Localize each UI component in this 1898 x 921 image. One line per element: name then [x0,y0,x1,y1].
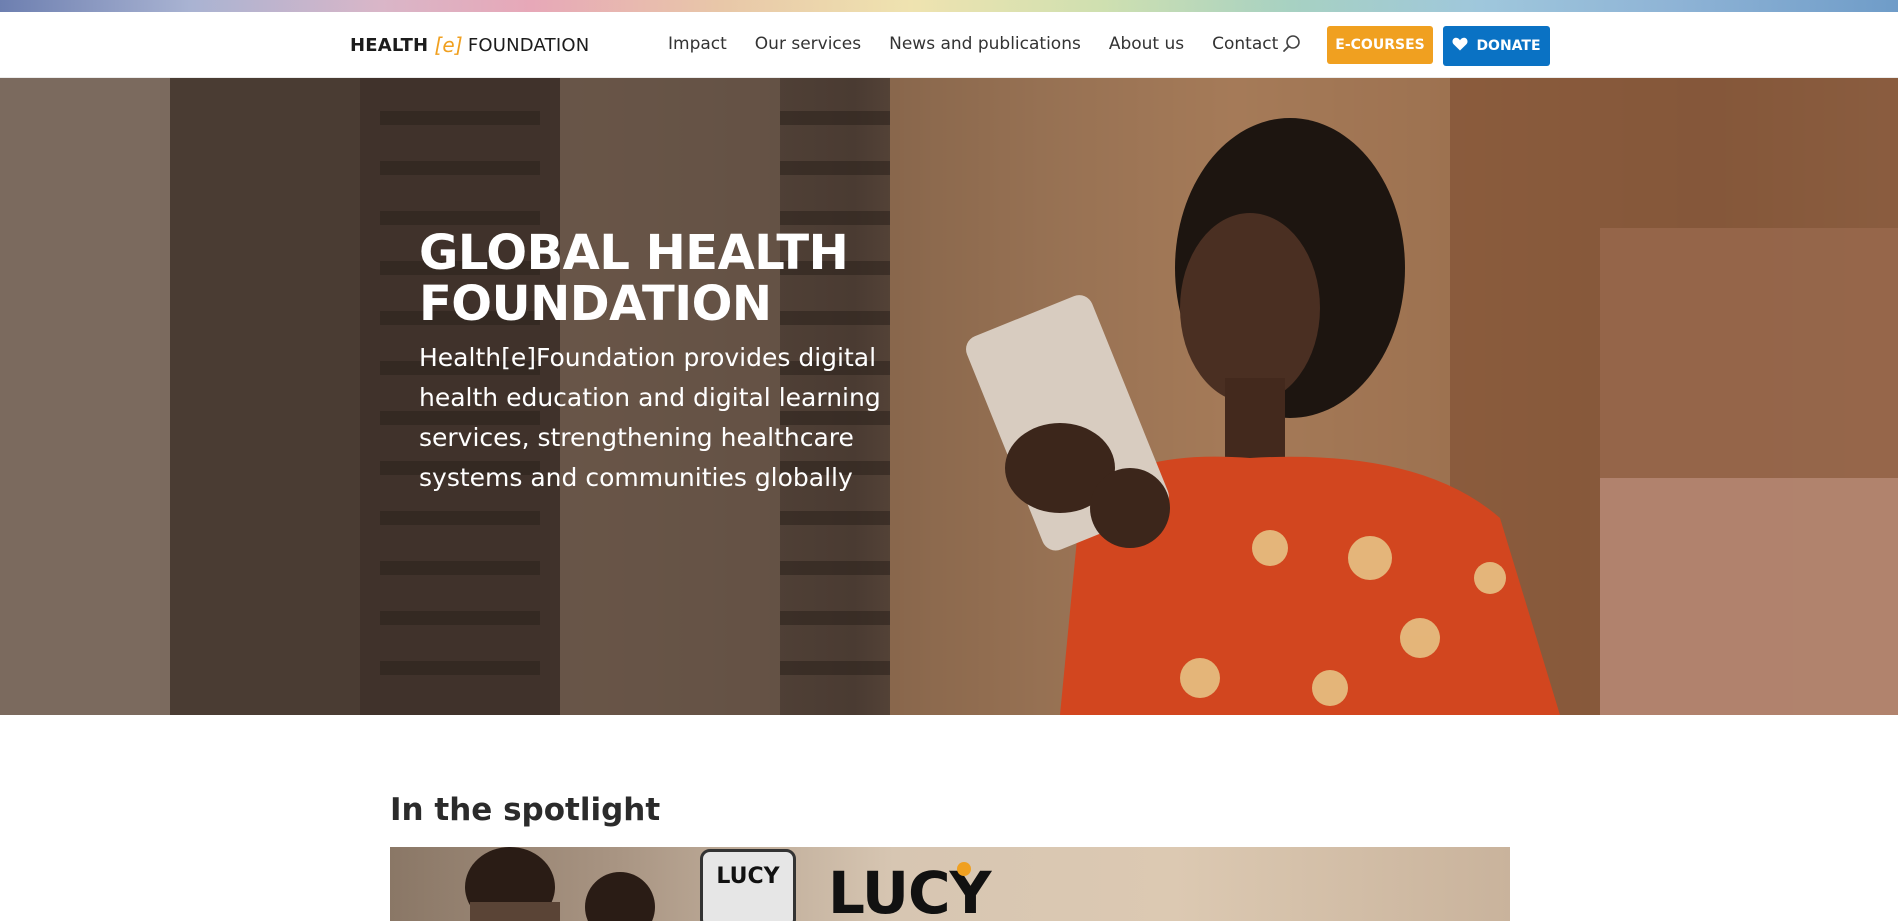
lucy-badge: LUCY [700,849,796,921]
hero-title: GLOBAL HEALTH FOUNDATION [419,225,849,332]
site-logo[interactable]: HEALTH [e] FOUNDATION [350,32,589,58]
logo-word-health: HEALTH [350,34,429,56]
e-courses-label: E-COURSES [1335,37,1425,53]
heart-icon [1452,37,1468,55]
spotlight-card[interactable]: LUCY LUCY [390,847,1510,921]
nav-news-and-publications[interactable]: News and publications [889,34,1081,54]
lucy-dot-icon [957,862,971,876]
e-courses-button[interactable]: E-COURSES [1327,26,1433,64]
hero-banner: GLOBAL HEALTH FOUNDATION Health[e]Founda… [0,78,1898,715]
hero-image [0,78,1898,715]
spotlight-heading: In the spotlight [390,792,661,828]
nav-about-us[interactable]: About us [1109,34,1184,54]
logo-e-mark: [e] [434,33,463,57]
logo-word-foundation: FOUNDATION [467,34,590,56]
search-icon[interactable] [1281,33,1303,55]
donate-button[interactable]: DONATE [1443,26,1550,66]
top-color-strip [0,0,1898,12]
hero-description: Health[e]Foundation provides digital hea… [419,343,881,492]
main-nav: Impact Our services News and publication… [668,34,1278,54]
site-header: HEALTH [e] FOUNDATION Impact Our service… [0,12,1898,78]
nav-contact[interactable]: Contact [1212,34,1278,54]
nav-impact[interactable]: Impact [668,34,727,54]
donate-label: DONATE [1476,38,1541,54]
nav-our-services[interactable]: Our services [755,34,861,54]
